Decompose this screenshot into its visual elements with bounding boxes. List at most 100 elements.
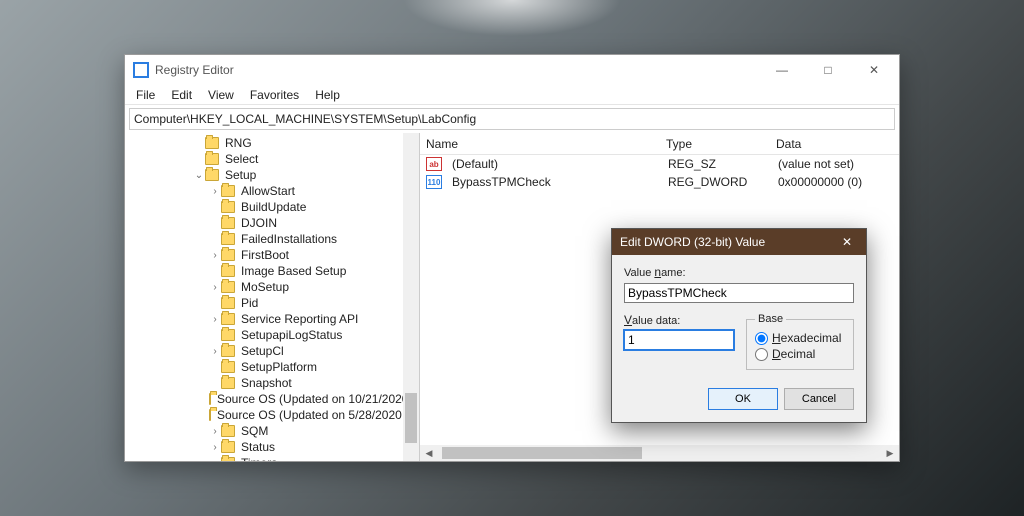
tree-node-label: Source OS (Updated on 10/21/2020 05:54:5…: [215, 392, 419, 406]
maximize-button[interactable]: □: [805, 55, 851, 85]
tree-node[interactable]: ›AllowStart: [125, 183, 419, 199]
menu-favorites[interactable]: Favorites: [243, 86, 306, 104]
list-row[interactable]: ab(Default)REG_SZ(value not set): [420, 155, 899, 173]
tree-node[interactable]: › SetupCl: [125, 343, 419, 359]
tree-node[interactable]: ›Service Reporting API: [125, 311, 419, 327]
tree-node[interactable]: › MoSetup: [125, 279, 419, 295]
menu-file[interactable]: File: [129, 86, 162, 104]
dialog-close-button[interactable]: ✕: [830, 229, 864, 255]
cell-data: 0x00000000 (0): [772, 172, 899, 192]
col-type[interactable]: Type: [660, 134, 770, 154]
folder-icon: [205, 137, 219, 149]
radio-hex-input[interactable]: [755, 332, 768, 345]
cell-name: BypassTPMCheck: [446, 172, 662, 192]
tree-node-label: RNG: [223, 136, 254, 150]
chevron-right-icon[interactable]: ›: [209, 346, 221, 357]
chevron-right-icon[interactable]: ›: [209, 250, 221, 261]
menu-edit[interactable]: Edit: [164, 86, 199, 104]
radio-dec[interactable]: Decimal: [755, 347, 845, 361]
folder-icon: [209, 393, 211, 405]
tree-node[interactable]: Source OS (Updated on 5/28/2020 09:50:15…: [125, 407, 419, 423]
tree-node[interactable]: SetupapiLogStatus: [125, 327, 419, 343]
tree-node[interactable]: BuildUpdate: [125, 199, 419, 215]
tree-node[interactable]: Timers: [125, 455, 419, 461]
chevron-right-icon[interactable]: ›: [209, 282, 221, 293]
hscroll-right-arrow[interactable]: ▶: [881, 445, 899, 461]
tree-node-label: DJOIN: [239, 216, 279, 230]
radio-hex[interactable]: Hexadecimal: [755, 331, 845, 345]
folder-icon: [209, 409, 211, 421]
tree-node[interactable]: Select: [125, 151, 419, 167]
tree-node-label: SQM: [239, 424, 270, 438]
hscroll-thumb[interactable]: [442, 447, 642, 459]
col-name[interactable]: Name: [420, 134, 660, 154]
tree-scrollbar[interactable]: [403, 133, 419, 461]
value-name-label: Value name:: [624, 265, 854, 279]
folder-icon: [221, 345, 235, 357]
tree-node[interactable]: FailedInstallations: [125, 231, 419, 247]
dialog-titlebar[interactable]: Edit DWORD (32-bit) Value ✕: [612, 229, 866, 255]
titlebar[interactable]: Registry Editor — □ ✕: [125, 55, 899, 85]
hscroll-left-arrow[interactable]: ◀: [420, 445, 438, 461]
minimize-button[interactable]: —: [759, 55, 805, 85]
tree-node[interactable]: Image Based Setup: [125, 263, 419, 279]
tree-node-label: SetupPlatform: [239, 360, 319, 374]
cell-type: REG_DWORD: [662, 172, 772, 192]
value-name-input[interactable]: [624, 283, 854, 303]
binary-value-icon: 110: [426, 175, 442, 189]
ok-button[interactable]: OK: [708, 388, 778, 410]
folder-icon: [221, 297, 235, 309]
tree-node-label: Pid: [239, 296, 260, 310]
folder-icon: [221, 265, 235, 277]
base-group: Base Hexadecimal Decimal: [746, 313, 854, 370]
chevron-right-icon[interactable]: ›: [209, 186, 221, 197]
menu-help[interactable]: Help: [308, 86, 347, 104]
tree-node-label: FirstBoot: [239, 248, 291, 262]
folder-icon: [205, 169, 219, 181]
tree-node-label: MoSetup: [239, 280, 291, 294]
chevron-down-icon[interactable]: ⌄: [193, 170, 205, 181]
close-button[interactable]: ✕: [851, 55, 897, 85]
value-data-input[interactable]: [624, 330, 734, 350]
list-row[interactable]: 110 BypassTPMCheckREG_DWORD0x00000000 (0): [420, 173, 899, 191]
tree-node-label: FailedInstallations: [239, 232, 339, 246]
folder-icon: [221, 313, 235, 325]
tree-node[interactable]: › FirstBoot: [125, 247, 419, 263]
value-data-label: Value data:: [624, 313, 734, 327]
tree-node[interactable]: ⌄Setup: [125, 167, 419, 183]
base-legend: Base: [755, 313, 786, 325]
edit-dword-dialog: Edit DWORD (32-bit) Value ✕ Value name: …: [611, 228, 867, 423]
tree-node[interactable]: › SQM: [125, 423, 419, 439]
list-header[interactable]: Name Type Data: [420, 133, 899, 155]
chevron-right-icon[interactable]: ›: [209, 426, 221, 437]
tree-node[interactable]: DJOIN: [125, 215, 419, 231]
tree-node-label: Source OS (Updated on 5/28/2020 09:50:15…: [215, 408, 419, 422]
chevron-right-icon[interactable]: ›: [209, 314, 221, 325]
menu-view[interactable]: View: [201, 86, 241, 104]
tree-node-label: Image Based Setup: [239, 264, 348, 278]
tree-node[interactable]: SetupPlatform: [125, 359, 419, 375]
address-text: Computer\HKEY_LOCAL_MACHINE\SYSTEM\Setup…: [134, 112, 476, 126]
tree-node[interactable]: Pid: [125, 295, 419, 311]
tree-pane[interactable]: RNGSelect⌄Setup›AllowStartBuildUpdate DJO…: [125, 133, 420, 461]
tree-node[interactable]: Snapshot: [125, 375, 419, 391]
horizontal-scrollbar[interactable]: ◀ ▶: [420, 445, 899, 461]
tree-node[interactable]: › Status: [125, 439, 419, 455]
col-data[interactable]: Data: [770, 134, 899, 154]
tree-node-label: Status: [239, 440, 277, 454]
tree-node-label: BuildUpdate: [239, 200, 308, 214]
cancel-button[interactable]: Cancel: [784, 388, 854, 410]
tree-node-label: SetupCl: [239, 344, 286, 358]
address-bar[interactable]: Computer\HKEY_LOCAL_MACHINE\SYSTEM\Setup…: [129, 108, 895, 130]
tree-node-label: Snapshot: [239, 376, 294, 390]
window-title: Registry Editor: [155, 63, 759, 77]
folder-icon: [221, 441, 235, 453]
radio-dec-input[interactable]: [755, 348, 768, 361]
tree-node[interactable]: RNG: [125, 135, 419, 151]
menubar: File Edit View Favorites Help: [125, 85, 899, 105]
chevron-right-icon[interactable]: ›: [209, 442, 221, 453]
folder-icon: [221, 329, 235, 341]
tree-scroll-thumb[interactable]: [405, 393, 417, 443]
tree-node[interactable]: Source OS (Updated on 10/21/2020 05:54:5…: [125, 391, 419, 407]
folder-icon: [221, 249, 235, 261]
